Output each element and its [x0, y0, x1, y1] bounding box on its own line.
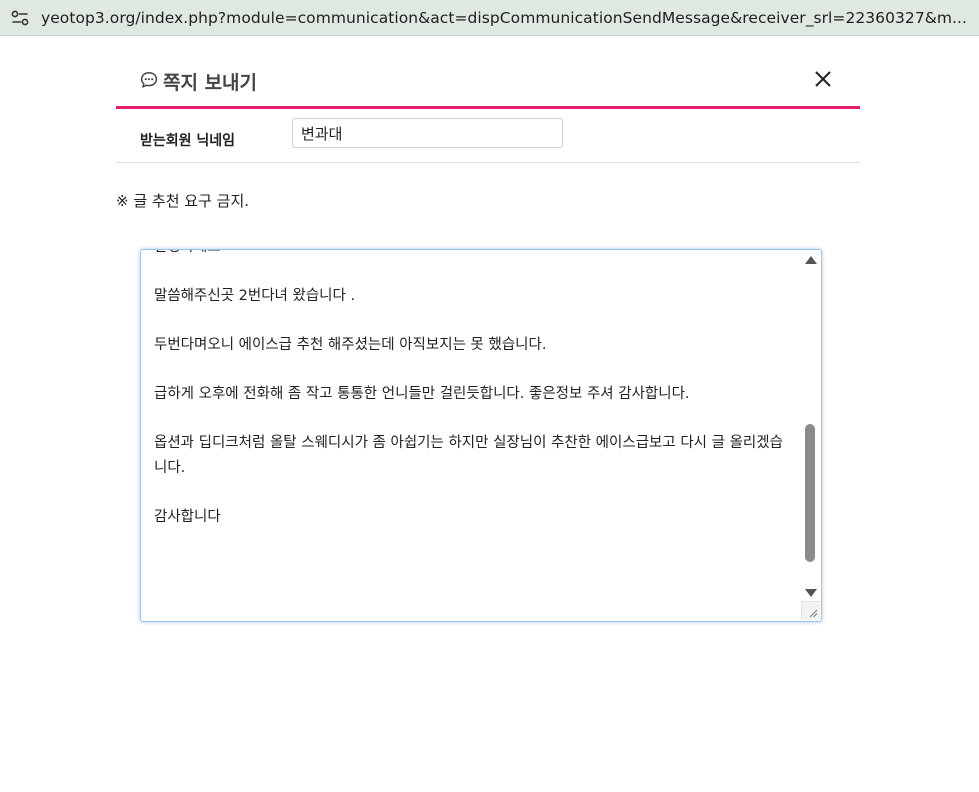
- message-textarea[interactable]: 안녕하세요 말씀해주신곳 2번다녀 왔습니다 . 두번다며오니 에이스급 추천 해…: [140, 249, 822, 622]
- scroll-up-arrow-icon[interactable]: [805, 256, 817, 264]
- message-line: [154, 480, 794, 505]
- close-icon[interactable]: [812, 68, 834, 90]
- dialog-title: 쪽지 보내기: [140, 68, 257, 95]
- message-line: [154, 309, 794, 334]
- send-message-dialog: 쪽지 보내기 받는회원 닉네임: [116, 56, 860, 163]
- message-line: [154, 260, 794, 285]
- message-line: 말씀해주신곳 2번다녀 왔습니다 .: [154, 288, 356, 304]
- recipient-label: 받는회원 닉네임: [140, 133, 236, 149]
- message-scrollbar[interactable]: [800, 250, 821, 621]
- message-line: 급하게 오후에 전화해 좀 작고 통통한 언니들만 걸린듯합니다. 좋은정보 주…: [154, 386, 690, 402]
- message-content[interactable]: 안녕하세요 말씀해주신곳 2번다녀 왔습니다 . 두번다며오니 에이스급 추천 해…: [154, 250, 794, 529]
- notice-text: ※ 글 추천 요구 금지.: [116, 192, 250, 210]
- scrollbar-thumb[interactable]: [805, 424, 815, 562]
- message-line: [154, 358, 794, 383]
- scroll-down-arrow-icon[interactable]: [805, 589, 817, 597]
- close-button[interactable]: [812, 68, 834, 90]
- dialog-header: 쪽지 보내기: [116, 56, 860, 109]
- dialog-title-text: 쪽지 보내기: [163, 72, 258, 94]
- message-line: 감사합니다: [154, 508, 221, 525]
- resize-handle[interactable]: [801, 601, 820, 620]
- message-line: 안녕하세요: [154, 250, 794, 260]
- url-text[interactable]: yeotop3.org/index.php?module=communicati…: [41, 9, 971, 27]
- message-line: 옵션과 딥디크처럼 올탈 스웨디시가 좀 아쉽기는 하지만 실장님이 추찬한 에…: [154, 435, 783, 476]
- message-line: 두번다며오니 에이스급 추천 해주셨는데 아직보지는 못 했습니다.: [154, 337, 547, 353]
- recipient-nickname-input[interactable]: [292, 118, 563, 148]
- tune-icon[interactable]: [9, 7, 31, 29]
- resize-grip-icon[interactable]: [802, 602, 820, 620]
- message-line: [154, 407, 794, 432]
- browser-address-bar[interactable]: yeotop3.org/index.php?module=communicati…: [0, 0, 979, 36]
- chat-bubble-icon: [140, 71, 158, 93]
- recipient-row: 받는회원 닉네임: [116, 109, 860, 163]
